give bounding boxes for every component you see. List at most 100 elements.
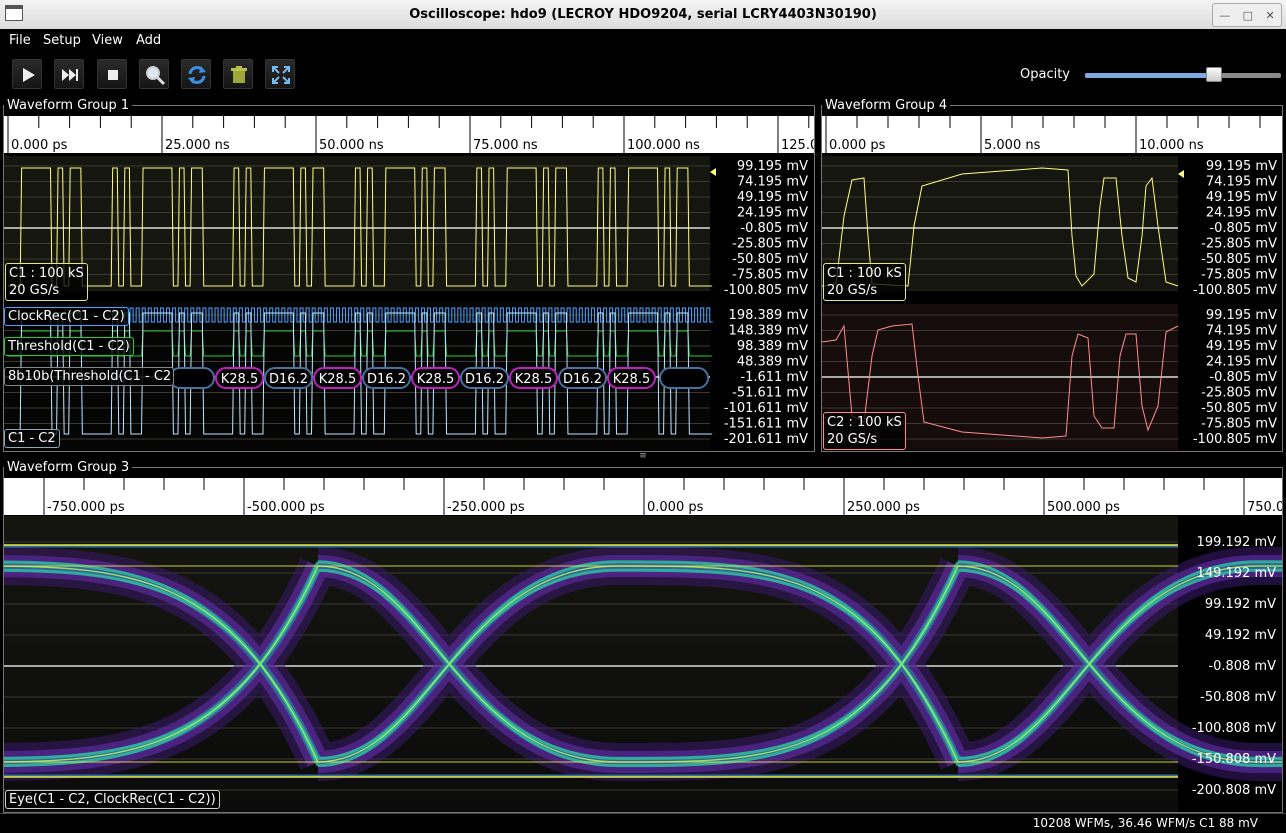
group1-timeline-tick-label: 50.000 ns (319, 138, 384, 153)
c1-trigger-marker[interactable] (710, 168, 716, 176)
diff-axis-tick-label: 198.389 mV (729, 308, 809, 323)
decode-symbol-label: D16.2 (563, 372, 602, 387)
eye-axis-tick-label: -50.808 mV (1200, 690, 1276, 705)
waveform-group-3-canvas: -750.000 ps -500.000 ps -250.000 ps 0.000 p… (4, 478, 1282, 812)
opacity-slider[interactable] (1085, 67, 1281, 82)
group3-timeline-tick-label: 0.000 ps (647, 500, 704, 515)
menu-add[interactable]: Add (136, 33, 161, 48)
group4-timeline-tick-label: 10.000 ns (1139, 138, 1204, 153)
eye-label[interactable]: Eye(C1 - C2, ClockRec(C1 - C2)) (5, 790, 220, 809)
toolbar: Opacity (0, 53, 1286, 95)
group4-c1-trigger-marker[interactable] (1178, 170, 1184, 178)
group4-timeline-tick-label: 5.000 ns (984, 138, 1041, 153)
threshold-label[interactable]: Threshold(C1 - C2) (4, 337, 134, 356)
eye-axis-tick-label: 199.192 mV (1197, 535, 1277, 550)
eye-axis-tick-label: -200.808 mV (1192, 783, 1276, 798)
group4-c1-axis-tick-label: 74.195 mV (1206, 175, 1277, 190)
group3-timeline-tick-label: -250.000 ps (447, 500, 525, 515)
group3-timeline-tick-label: -500.000 ps (247, 500, 325, 515)
group1-timeline-tick-label: 100.000 ns (627, 138, 700, 153)
diff-axis-tick-label: -151.611 mV (724, 417, 808, 432)
decode-symbol-label: K28.5 (319, 372, 356, 387)
diff-axis-tick-label: 98.389 mV (737, 339, 808, 354)
decode-label[interactable]: 8b10b(Threshold(C1 - C2 (4, 367, 174, 386)
c1-axis-tick-label: 99.195 mV (737, 159, 808, 174)
group4-c1-vertical-axis: 99.195 mV74.195 mV49.195 mV24.195 mV-0.8… (1193, 159, 1277, 298)
group4-c2-axis-tick-label: 49.195 mV (1206, 339, 1277, 354)
start-trigger-button[interactable] (12, 59, 42, 89)
menu-file[interactable]: File (9, 33, 31, 48)
group4-c2-axis-tick-label: -50.805 mV (1201, 401, 1277, 416)
group4-c1-axis-tick-label: -25.805 mV (1201, 237, 1277, 252)
group1-timeline-tick-label: 75.000 ns (473, 138, 538, 153)
refresh-icon (188, 66, 206, 84)
decode-symbols: K28.5 D16.2 K28.5 D16.2 K28.5 D16.2 K28.5 D16.2… (169, 367, 709, 389)
group4-c2-axis-tick-label: 24.195 mV (1206, 355, 1277, 370)
diff-axis-tick-label: 48.389 mV (737, 355, 808, 370)
group4-c2-axis-tick-label: -100.805 mV (1193, 432, 1277, 447)
c1-axis-tick-label: 49.195 mV (737, 190, 808, 205)
c1-axis-tick-label: -100.805 mV (724, 283, 808, 298)
waveform-group-3-title: Waveform Group 3 (4, 460, 133, 475)
eye-axis-tick-label: 49.192 mV (1205, 628, 1276, 643)
minimize-icon[interactable]: — (1219, 9, 1230, 22)
decode-symbol-label: K28.5 (515, 372, 552, 387)
single-trigger-button[interactable] (54, 59, 84, 89)
skip-forward-icon (62, 69, 78, 81)
group4-c2-vertical-axis: 99.195 mV74.195 mV49.195 mV24.195 mV-0.8… (1193, 308, 1277, 447)
decode-symbol-label: D16.2 (269, 372, 308, 387)
group4-c1-label-depth: C1 : 100 kS (827, 266, 902, 281)
decode-symbol-label: K28.5 (417, 372, 454, 387)
group4-c2-axis-tick-label: -75.805 mV (1201, 417, 1277, 432)
diff-label[interactable]: C1 - C2 (4, 429, 60, 448)
group4-c2-axis-tick-label: -0.805 mV (1209, 370, 1277, 385)
menu-setup[interactable]: Setup (43, 33, 81, 48)
decode-symbol-label: K28.5 (613, 372, 650, 387)
group4-c1-axis-tick-label: 99.195 mV (1206, 159, 1277, 174)
menu-bar: File Setup View Add (0, 29, 1286, 53)
c1-vertical-axis: 99.195 mV74.195 mV49.195 mV24.195 mV-0.8… (724, 159, 808, 298)
group4-c2-axis-tick-label: 99.195 mV (1206, 308, 1277, 323)
refresh-button[interactable] (181, 59, 211, 89)
decode-symbol-label: D16.2 (465, 372, 504, 387)
opacity-slider-handle[interactable] (1206, 67, 1223, 82)
fullscreen-button[interactable] (265, 59, 295, 89)
opacity-label: Opacity (1020, 67, 1071, 82)
waveform-group-4-title: Waveform Group 4 (822, 98, 951, 113)
title-bar: Oscilloscope: hdo9 (LECROY HDO9204, seri… (0, 0, 1286, 30)
c1-axis-tick-label: -25.805 mV (732, 237, 808, 252)
splitter-handle[interactable]: ≡ (638, 452, 648, 461)
status-bar: 10208 WFMs, 36.46 WFM/s C1 88 mV (0, 813, 1286, 833)
stop-trigger-button[interactable] (97, 59, 127, 89)
menu-view[interactable]: View (92, 33, 123, 48)
decode-symbol-partial (169, 367, 215, 389)
clear-sweeps-button[interactable] (223, 59, 253, 89)
diff-axis-tick-label: -1.611 mV (740, 370, 808, 385)
group3-timeline-tick-label: -750.000 ps (47, 500, 125, 515)
group4-c1-channel-label[interactable]: C1 : 100 kS 20 GS/s (823, 263, 906, 301)
group4-timeline-background[interactable] (822, 116, 1282, 153)
waveform-group-1-title: Waveform Group 1 (4, 98, 133, 113)
decode-symbol-label: D16.2 (367, 372, 406, 387)
diff-axis-tick-label: -101.611 mV (724, 401, 808, 416)
group4-c1-axis-tick-label: -0.805 mV (1209, 221, 1277, 236)
clockrec-label[interactable]: ClockRec(C1 - C2) (4, 307, 129, 326)
eye-vertical-axis: 199.192 mV 149.192 mV 99.192 mV 49.192 mV -0… (1192, 535, 1276, 798)
diff-vertical-axis: 198.389 mV148.389 mV98.389 mV48.389 mV-1… (724, 308, 808, 447)
stop-icon (108, 70, 118, 80)
close-icon[interactable]: ✕ (1266, 9, 1275, 22)
maximize-icon[interactable]: □ (1243, 9, 1253, 22)
group4-timeline-tick-label: 0.000 ps (829, 138, 886, 153)
group3-timeline-tick-label: 500.000 ps (1047, 500, 1120, 515)
waveform-group-1-canvas: 0.000 ps 25.000 ns 50.000 ns 75.000 ns 100.0… (4, 116, 814, 450)
clockrec-waveform (123, 307, 713, 323)
eye-axis-tick-label: -0.808 mV (1208, 659, 1276, 674)
zoom-button[interactable] (139, 59, 169, 89)
c1-channel-label[interactable]: C1 : 100 kS 20 GS/s (5, 263, 88, 301)
group4-c2-label-rate: 20 GS/s (827, 432, 878, 447)
group4-c2-channel-label[interactable]: C2 : 100 kS 20 GS/s (823, 412, 906, 450)
group3-timeline-tick-label: 750.00 (1247, 500, 1282, 515)
diff-axis-tick-label: -51.611 mV (732, 386, 808, 401)
opacity-slider-fill (1085, 73, 1215, 78)
eye-axis-tick-label: -100.808 mV (1192, 721, 1276, 736)
